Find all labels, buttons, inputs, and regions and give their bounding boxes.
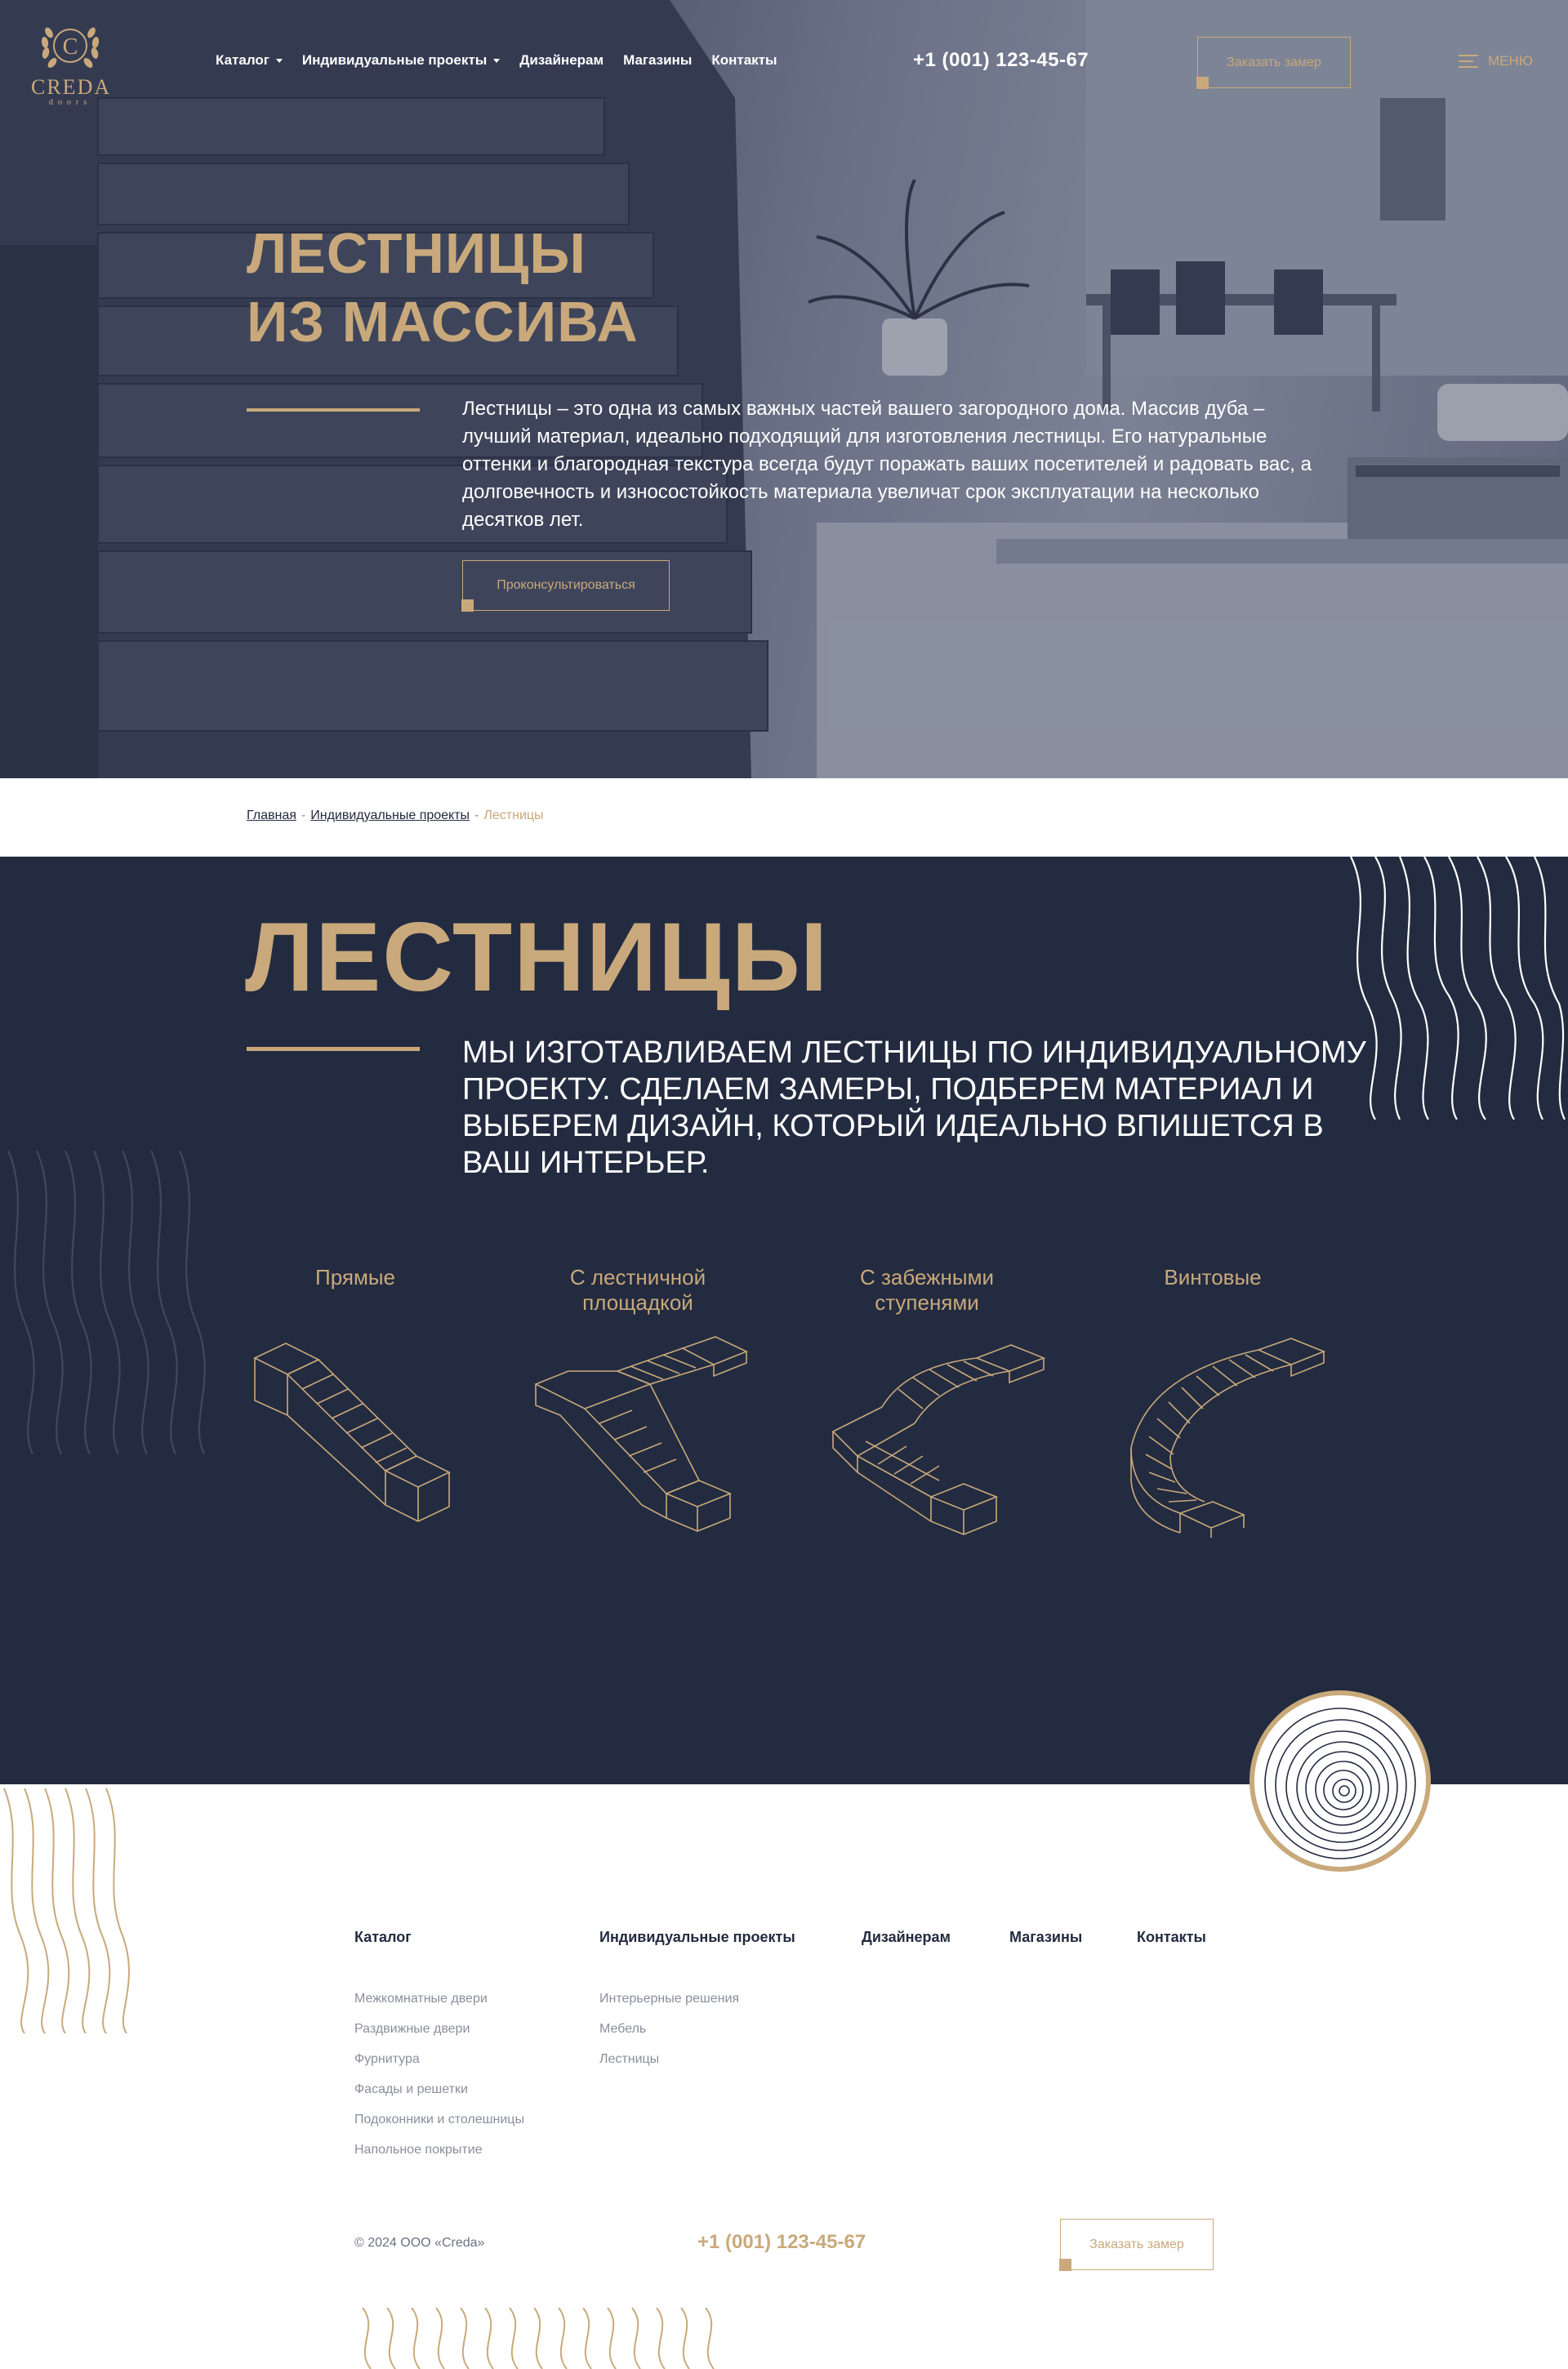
chevron-down-icon bbox=[493, 58, 501, 63]
footer-link[interactable]: Межкомнатные двери bbox=[354, 1984, 524, 2014]
nav-catalog[interactable]: Каталог bbox=[216, 52, 283, 69]
nav-label: Дизайнерам bbox=[519, 52, 604, 68]
stair-types: Прямые С лестничной площадкой С забежным… bbox=[237, 1265, 1356, 1616]
footer-column-individual-projects: Индивидуальные проекты Интерьерные решен… bbox=[599, 1929, 795, 2074]
hero-title-line: ЛЕСТНИЦЫ bbox=[247, 221, 586, 285]
corner-accent bbox=[1196, 77, 1209, 89]
breadcrumb-separator: - bbox=[301, 808, 306, 822]
stair-type-label: Прямые bbox=[315, 1265, 395, 1289]
nav-label: Магазины bbox=[623, 52, 693, 68]
winder-stair-icon bbox=[831, 1344, 1045, 1535]
hamburger-icon bbox=[1459, 51, 1478, 72]
footer-column-contacts: Контакты bbox=[1137, 1929, 1206, 1984]
footer-column-stores: Магазины bbox=[1009, 1929, 1082, 1984]
button-label: Проконсультироваться bbox=[497, 578, 635, 592]
menu-label: МЕНЮ bbox=[1488, 53, 1533, 69]
breadcrumb: Главная - Индивидуальные проекты - Лестн… bbox=[247, 808, 544, 823]
corner-accent bbox=[461, 599, 474, 612]
hero-divider bbox=[247, 408, 420, 412]
wood-grain-decoration bbox=[362, 2308, 715, 2369]
footer-column-catalog: Каталог Межкомнатные двери Раздвижные дв… bbox=[354, 1929, 524, 2165]
footer-column-designers: Дизайнерам bbox=[862, 1929, 951, 1984]
header-phone[interactable]: +1 (001) 123-45-67 bbox=[913, 49, 1089, 72]
stair-type-landing[interactable]: С лестничной площадкой bbox=[519, 1265, 756, 1538]
svg-text:C: C bbox=[63, 34, 78, 60]
stairs-section: ЛЕСТНИЦЫ Мы изготавливаем лестницы по ин… bbox=[0, 857, 1568, 1784]
footer-heading[interactable]: Каталог bbox=[354, 1929, 524, 1946]
button-label: Заказать замер bbox=[1089, 2237, 1184, 2251]
hero: C CREDA doors Каталог Индивидуальные про… bbox=[0, 0, 1568, 778]
wood-grain-decoration bbox=[7, 1151, 206, 1454]
menu-button[interactable]: МЕНЮ bbox=[1459, 51, 1533, 72]
landing-stair-icon bbox=[534, 1336, 748, 1532]
nav-label: Индивидуальные проекты bbox=[301, 52, 488, 68]
spiral-stair-icon bbox=[1130, 1338, 1326, 1538]
footer-order-measurement-button[interactable]: Заказать замер bbox=[1059, 2219, 1214, 2271]
breadcrumb-home[interactable]: Главная bbox=[247, 808, 296, 823]
stair-type-winder[interactable]: С забежными ступенями bbox=[808, 1265, 1045, 1538]
footer-link[interactable]: Интерьерные решения bbox=[599, 1984, 795, 2014]
button-label: Заказать замер bbox=[1227, 55, 1321, 69]
footer-heading[interactable]: Дизайнерам bbox=[862, 1929, 951, 1946]
corner-accent bbox=[1059, 2259, 1071, 2271]
logo-word: CREDA bbox=[31, 75, 112, 99]
hero-description: Лестницы – это одна из самых важных част… bbox=[462, 398, 1312, 531]
section-divider bbox=[247, 1047, 420, 1051]
hero-title-line: ИЗ МАССИВА bbox=[247, 290, 639, 354]
laurel-logo-icon: C bbox=[41, 27, 100, 68]
section-title: ЛЕСТНИЦЫ bbox=[245, 902, 830, 1012]
footer-link[interactable]: Мебель bbox=[599, 2014, 795, 2044]
footer-phone[interactable]: +1 (001) 123-45-67 bbox=[697, 2231, 866, 2254]
hero-overlay bbox=[0, 0, 1568, 778]
main-nav: Каталог Индивидуальные проекты Дизайнера… bbox=[216, 52, 777, 69]
hero-title: ЛЕСТНИЦЫ ИЗ МАССИВА bbox=[247, 219, 639, 356]
footer-link[interactable]: Лестницы bbox=[599, 2044, 795, 2074]
footer-link[interactable]: Фасады и решетки bbox=[354, 2074, 524, 2104]
footer-link[interactable]: Напольное покрытие bbox=[354, 2135, 524, 2165]
section-lead: Мы изготавливаем лестницы по индивидуаль… bbox=[462, 1035, 1366, 1180]
nav-label: Каталог bbox=[216, 52, 270, 68]
wood-grain-decoration bbox=[3, 1788, 130, 2033]
order-measurement-button[interactable]: Заказать замер bbox=[1196, 37, 1351, 89]
nav-contacts[interactable]: Контакты bbox=[711, 52, 777, 69]
stair-type-label: С лестничной площадкой bbox=[569, 1265, 706, 1315]
breadcrumb-separator: - bbox=[474, 808, 479, 822]
footer-heading[interactable]: Индивидуальные проекты bbox=[599, 1929, 795, 1946]
consult-button[interactable]: Проконсультироваться bbox=[461, 560, 670, 612]
footer-link[interactable]: Фурнитура bbox=[354, 2044, 524, 2074]
footer-heading[interactable]: Контакты bbox=[1137, 1929, 1206, 1946]
stair-type-straight[interactable]: Прямые bbox=[237, 1265, 474, 1538]
logo[interactable]: C CREDA doors bbox=[31, 18, 109, 108]
breadcrumb-individual-projects[interactable]: Индивидуальные проекты bbox=[310, 808, 470, 823]
nav-individual-projects[interactable]: Индивидуальные проекты bbox=[301, 52, 501, 69]
nav-label: Контакты bbox=[711, 52, 777, 68]
nav-stores[interactable]: Магазины bbox=[623, 52, 692, 69]
copyright: © 2024 ООО «Creda» bbox=[354, 2236, 485, 2250]
stair-type-label: С забежными ступенями bbox=[860, 1265, 994, 1315]
breadcrumb-current: Лестницы bbox=[483, 808, 544, 822]
stair-type-spiral[interactable]: Винтовые bbox=[1094, 1265, 1331, 1538]
nav-designers[interactable]: Дизайнерам bbox=[519, 52, 604, 69]
footer-link[interactable]: Подоконники и столешницы bbox=[354, 2104, 524, 2135]
tree-ring-icon bbox=[1250, 1690, 1431, 1872]
chevron-down-icon bbox=[275, 58, 283, 63]
stair-type-label: Винтовые bbox=[1164, 1265, 1262, 1289]
straight-stair-icon bbox=[253, 1343, 451, 1522]
footer-link[interactable]: Раздвижные двери bbox=[354, 2014, 524, 2044]
footer-heading[interactable]: Магазины bbox=[1009, 1929, 1082, 1946]
